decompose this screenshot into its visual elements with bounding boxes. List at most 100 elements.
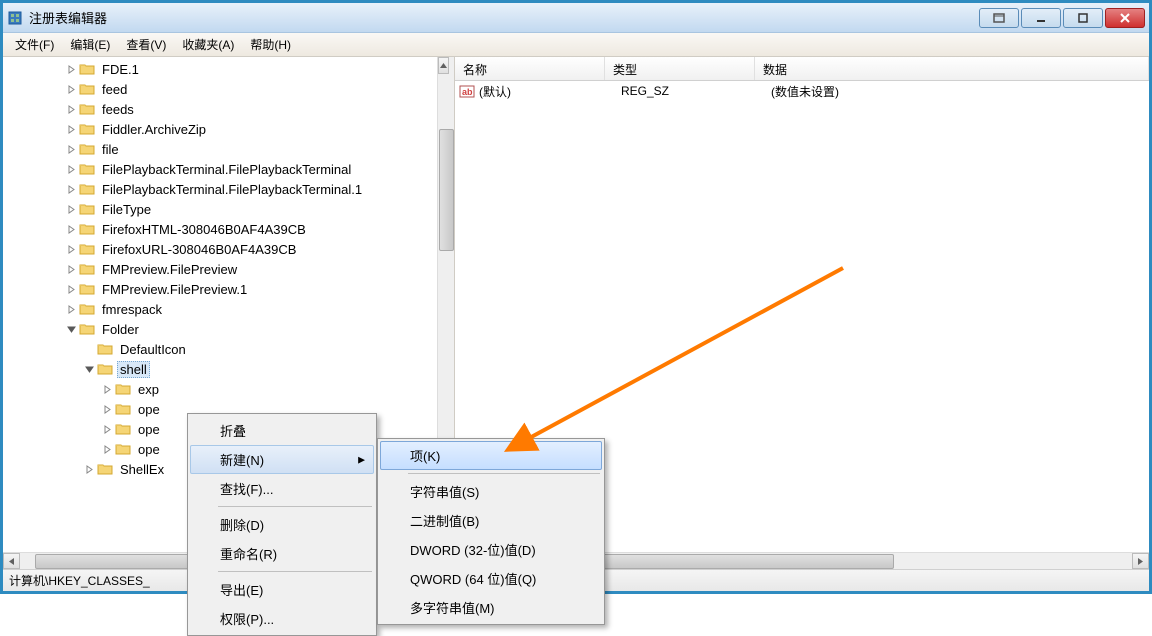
expander-icon[interactable]: [63, 121, 79, 137]
app-icon: [7, 10, 23, 26]
maximize-button[interactable]: [1063, 8, 1103, 28]
expander-icon[interactable]: [63, 81, 79, 97]
folder-icon: [79, 161, 95, 177]
context-menu-item[interactable]: 字符串值(S): [380, 477, 602, 506]
tree-item[interactable]: FirefoxHTML-308046B0AF4A39CB: [3, 219, 454, 239]
list-row[interactable]: ab (默认) REG_SZ (数值未设置): [455, 81, 1149, 101]
tree-label: FilePlaybackTerminal.FilePlaybackTermina…: [99, 181, 365, 198]
tree-label: DefaultIcon: [117, 341, 189, 358]
column-type[interactable]: 类型: [605, 57, 755, 80]
column-data[interactable]: 数据: [755, 57, 1149, 80]
tree-item[interactable]: FMPreview.FilePreview.1: [3, 279, 454, 299]
context-menu-item[interactable]: DWORD (32-位)值(D): [380, 535, 602, 564]
tree-item[interactable]: Folder: [3, 319, 454, 339]
expander-icon[interactable]: [63, 201, 79, 217]
context-menu-item[interactable]: 导出(E): [190, 575, 374, 604]
expander-icon[interactable]: [81, 461, 97, 477]
tree-label: ope: [135, 441, 163, 458]
expander-icon[interactable]: [99, 401, 115, 417]
folder-icon: [79, 181, 95, 197]
value-data: (数值未设置): [771, 83, 1145, 100]
context-menu-item[interactable]: 项(K): [380, 441, 602, 470]
folder-icon: [79, 141, 95, 157]
context-menu-item[interactable]: 折叠: [190, 416, 374, 445]
status-path: 计算机\HKEY_CLASSES_: [9, 572, 150, 589]
context-menu-item[interactable]: 二进制值(B): [380, 506, 602, 535]
tree-label: FileType: [99, 201, 154, 218]
tree-item[interactable]: file: [3, 139, 454, 159]
tree-item[interactable]: FirefoxURL-308046B0AF4A39CB: [3, 239, 454, 259]
tree-item[interactable]: exp: [3, 379, 454, 399]
tree-item[interactable]: FilePlaybackTerminal.FilePlaybackTermina…: [3, 159, 454, 179]
tree-label: Folder: [99, 321, 142, 338]
menu-view[interactable]: 查看(V): [118, 33, 174, 56]
column-name[interactable]: 名称: [455, 57, 605, 80]
folder-icon: [79, 221, 95, 237]
folder-icon: [115, 421, 131, 437]
tree-label: FirefoxURL-308046B0AF4A39CB: [99, 241, 299, 258]
expander-icon[interactable]: [63, 181, 79, 197]
folder-icon: [79, 281, 95, 297]
window-controls: [979, 8, 1145, 28]
folder-icon: [115, 381, 131, 397]
tree-label: ope: [135, 421, 163, 438]
expander-icon[interactable]: [63, 61, 79, 77]
folder-icon: [79, 81, 95, 97]
tree-item[interactable]: feeds: [3, 99, 454, 119]
tree-item[interactable]: Fiddler.ArchiveZip: [3, 119, 454, 139]
folder-icon: [115, 401, 131, 417]
tree-item[interactable]: shell: [3, 359, 454, 379]
context-menu-item[interactable]: 多字符串值(M): [380, 593, 602, 622]
folder-icon: [97, 461, 113, 477]
tree-item[interactable]: FileType: [3, 199, 454, 219]
svg-text:ab: ab: [462, 87, 473, 97]
extra-button[interactable]: [979, 8, 1019, 28]
menu-help[interactable]: 帮助(H): [242, 33, 299, 56]
tree-item[interactable]: feed: [3, 79, 454, 99]
expander-icon[interactable]: [63, 261, 79, 277]
menu-favorites[interactable]: 收藏夹(A): [174, 33, 242, 56]
tree-label: FMPreview.FilePreview: [99, 261, 240, 278]
expander-icon[interactable]: [63, 101, 79, 117]
context-menu-item[interactable]: 查找(F)...: [190, 474, 374, 503]
expander-icon[interactable]: [99, 441, 115, 457]
tree-item[interactable]: FilePlaybackTerminal.FilePlaybackTermina…: [3, 179, 454, 199]
expander-icon[interactable]: [99, 421, 115, 437]
expander-icon[interactable]: [63, 221, 79, 237]
value-type: REG_SZ: [621, 84, 771, 98]
tree-label: ShellEx: [117, 461, 167, 478]
expander-icon[interactable]: [81, 361, 97, 377]
scrollbar-thumb[interactable]: [439, 129, 454, 251]
folder-icon: [97, 361, 113, 377]
tree-label: exp: [135, 381, 162, 398]
menu-separator: [408, 473, 600, 474]
context-menu-item[interactable]: 重命名(R): [190, 539, 374, 568]
expander-icon[interactable]: [63, 301, 79, 317]
context-menu-item[interactable]: 新建(N): [190, 445, 374, 474]
tree-label: file: [99, 141, 122, 158]
expander-icon[interactable]: [81, 341, 97, 357]
context-menu-item[interactable]: QWORD (64 位)值(Q): [380, 564, 602, 593]
folder-icon: [115, 441, 131, 457]
expander-icon[interactable]: [63, 161, 79, 177]
tree-item[interactable]: DefaultIcon: [3, 339, 454, 359]
tree-label: feeds: [99, 101, 137, 118]
menu-edit[interactable]: 编辑(E): [62, 33, 118, 56]
expander-icon[interactable]: [63, 281, 79, 297]
minimize-button[interactable]: [1021, 8, 1061, 28]
tree-item[interactable]: FDE.1: [3, 59, 454, 79]
folder-icon: [79, 301, 95, 317]
tree-label: fmrespack: [99, 301, 165, 318]
menubar: 文件(F) 编辑(E) 查看(V) 收藏夹(A) 帮助(H): [3, 33, 1149, 57]
expander-icon[interactable]: [63, 241, 79, 257]
context-menu-item[interactable]: 删除(D): [190, 510, 374, 539]
context-menu-item[interactable]: 权限(P)...: [190, 604, 374, 633]
menu-file[interactable]: 文件(F): [7, 33, 62, 56]
expander-icon[interactable]: [63, 141, 79, 157]
close-button[interactable]: [1105, 8, 1145, 28]
folder-icon: [79, 241, 95, 257]
expander-icon[interactable]: [63, 321, 79, 337]
expander-icon[interactable]: [99, 381, 115, 397]
tree-item[interactable]: FMPreview.FilePreview: [3, 259, 454, 279]
tree-item[interactable]: fmrespack: [3, 299, 454, 319]
